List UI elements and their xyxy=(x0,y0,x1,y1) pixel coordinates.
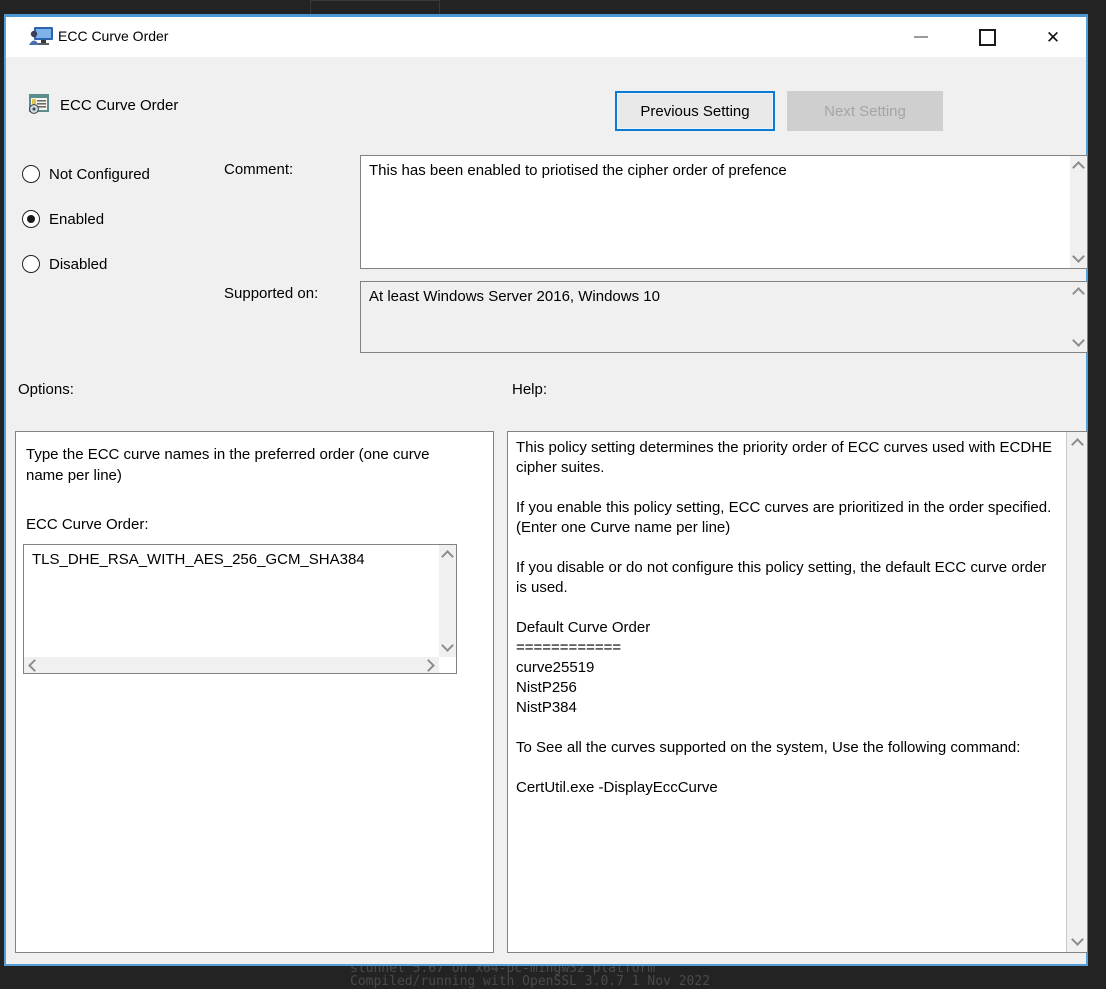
minimize-icon xyxy=(914,36,928,38)
policy-dialog: ECC Curve Order ✕ ECC Curve Order Previo… xyxy=(4,14,1088,966)
comment-text: This has been enabled to priotised the c… xyxy=(361,156,1069,268)
scroll-left-icon[interactable] xyxy=(28,659,41,672)
help-scrollbar[interactable] xyxy=(1066,432,1087,952)
scroll-up-icon[interactable] xyxy=(1072,161,1085,174)
close-icon: ✕ xyxy=(1046,29,1060,46)
scroll-up-icon xyxy=(1072,287,1085,300)
comment-textarea[interactable]: This has been enabled to priotised the c… xyxy=(360,155,1088,269)
next-setting-button[interactable]: Next Setting xyxy=(787,91,943,131)
radio-circle-selected xyxy=(22,210,40,228)
supported-scrollbar xyxy=(1070,282,1087,352)
radio-not-configured[interactable]: Not Configured xyxy=(22,165,150,183)
options-panel: Type the ECC curve names in the preferre… xyxy=(15,431,494,953)
scroll-right-icon[interactable] xyxy=(422,659,435,672)
scroll-down-icon[interactable] xyxy=(1071,933,1084,946)
comment-scrollbar[interactable] xyxy=(1070,156,1087,268)
options-label: Options: xyxy=(18,381,74,398)
help-text: This policy setting determines the prior… xyxy=(508,432,1066,952)
ecc-curve-order-input[interactable]: TLS_DHE_RSA_WITH_AES_256_GCM_SHA384 xyxy=(23,544,457,674)
ecc-curve-order-value: TLS_DHE_RSA_WITH_AES_256_GCM_SHA384 xyxy=(24,545,439,657)
help-panel: This policy setting determines the prior… xyxy=(507,431,1088,953)
supported-on-textarea: At least Windows Server 2016, Windows 10 xyxy=(360,281,1088,353)
supported-on-text: At least Windows Server 2016, Windows 10 xyxy=(361,282,1069,352)
scroll-up-icon[interactable] xyxy=(441,550,454,563)
previous-setting-button[interactable]: Previous Setting xyxy=(615,91,775,131)
scroll-down-icon[interactable] xyxy=(1072,250,1085,263)
input-horizontal-scrollbar[interactable] xyxy=(24,657,439,673)
background-window-fragment xyxy=(310,0,440,15)
radio-label: Enabled xyxy=(49,211,104,228)
options-instruction: Type the ECC curve names in the preferre… xyxy=(26,444,446,486)
radio-circle xyxy=(22,165,40,183)
supported-on-label: Supported on: xyxy=(224,285,318,302)
title-bar: ECC Curve Order ✕ xyxy=(6,17,1086,57)
radio-circle xyxy=(22,255,40,273)
radio-enabled[interactable]: Enabled xyxy=(22,210,104,228)
comment-label: Comment: xyxy=(224,161,293,178)
background-terminal-line: Compiled/running with OpenSSL 3.0.7 1 No… xyxy=(350,974,710,989)
radio-label: Not Configured xyxy=(49,166,150,183)
radio-disabled[interactable]: Disabled xyxy=(22,255,107,273)
ecc-curve-order-label: ECC Curve Order: xyxy=(26,516,149,533)
scroll-up-icon[interactable] xyxy=(1071,438,1084,451)
policy-name: ECC Curve Order xyxy=(60,97,178,114)
group-policy-computer-icon xyxy=(28,26,54,48)
window-title: ECC Curve Order xyxy=(58,28,168,44)
radio-label: Disabled xyxy=(49,256,107,273)
close-button[interactable]: ✕ xyxy=(1020,17,1086,57)
policy-setting-icon xyxy=(28,93,50,115)
scroll-down-icon xyxy=(1072,334,1085,347)
minimize-button[interactable] xyxy=(888,17,954,57)
scroll-down-icon[interactable] xyxy=(441,639,454,652)
help-label: Help: xyxy=(512,381,547,398)
maximize-icon xyxy=(979,29,996,46)
input-vertical-scrollbar[interactable] xyxy=(439,545,456,657)
maximize-button[interactable] xyxy=(954,17,1020,57)
